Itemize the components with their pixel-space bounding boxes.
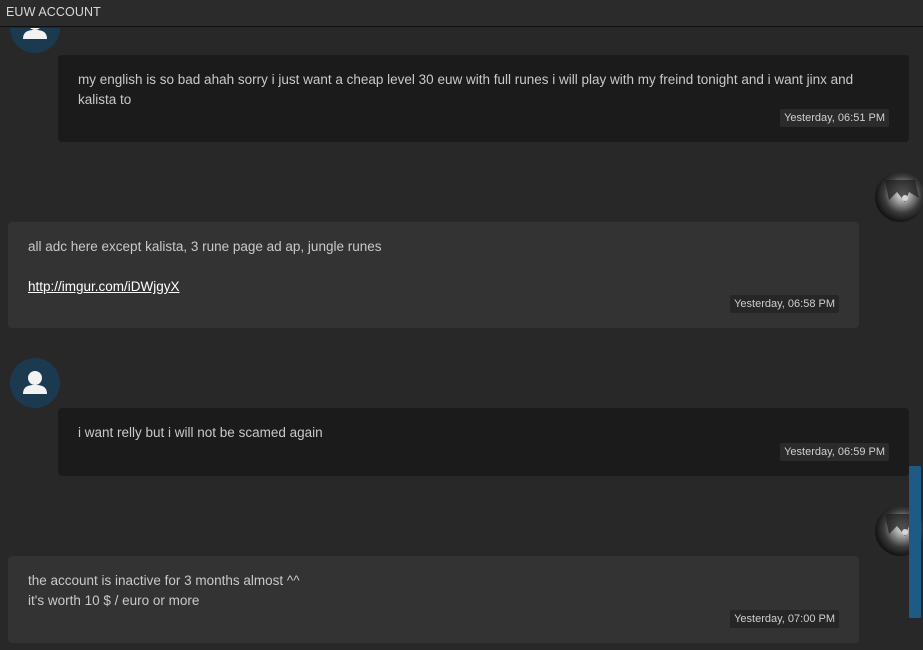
message-timestamp: Yesterday, 06:59 PM xyxy=(780,443,889,461)
chat-thread[interactable]: my english is so bad ahah sorry i just w… xyxy=(0,28,923,650)
message-text: i want relly but i will not be scamed ag… xyxy=(78,425,323,440)
message-text: the account is inactive for 3 months alm… xyxy=(28,573,300,608)
message-timestamp: Yesterday, 06:58 PM xyxy=(730,295,839,313)
window-title: EUW ACCOUNT xyxy=(6,5,101,19)
seller-avatar-icon[interactable] xyxy=(875,172,923,222)
message-bubble-seller: all adc here except kalista, 3 rune page… xyxy=(8,222,859,328)
message-text: all adc here except kalista, 3 rune page… xyxy=(28,237,835,297)
message-text: my english is so bad ahah sorry i just w… xyxy=(78,72,854,107)
scrollbar-thumb[interactable] xyxy=(909,466,921,618)
message-timestamp: Yesterday, 07:00 PM xyxy=(730,610,839,628)
message-bubble-seller: the account is inactive for 3 months alm… xyxy=(8,556,859,643)
message-bubble-buyer: my english is so bad ahah sorry i just w… xyxy=(58,55,909,142)
message-bubble-buyer: i want relly but i will not be scamed ag… xyxy=(58,408,909,476)
buyer-avatar-icon[interactable] xyxy=(10,28,60,53)
imgur-link[interactable]: http://imgur.com/iDWjgyX xyxy=(28,277,835,297)
message-timestamp: Yesterday, 06:51 PM xyxy=(780,109,889,127)
window-title-bar: EUW ACCOUNT xyxy=(0,0,923,27)
buyer-avatar-icon[interactable] xyxy=(10,358,60,408)
